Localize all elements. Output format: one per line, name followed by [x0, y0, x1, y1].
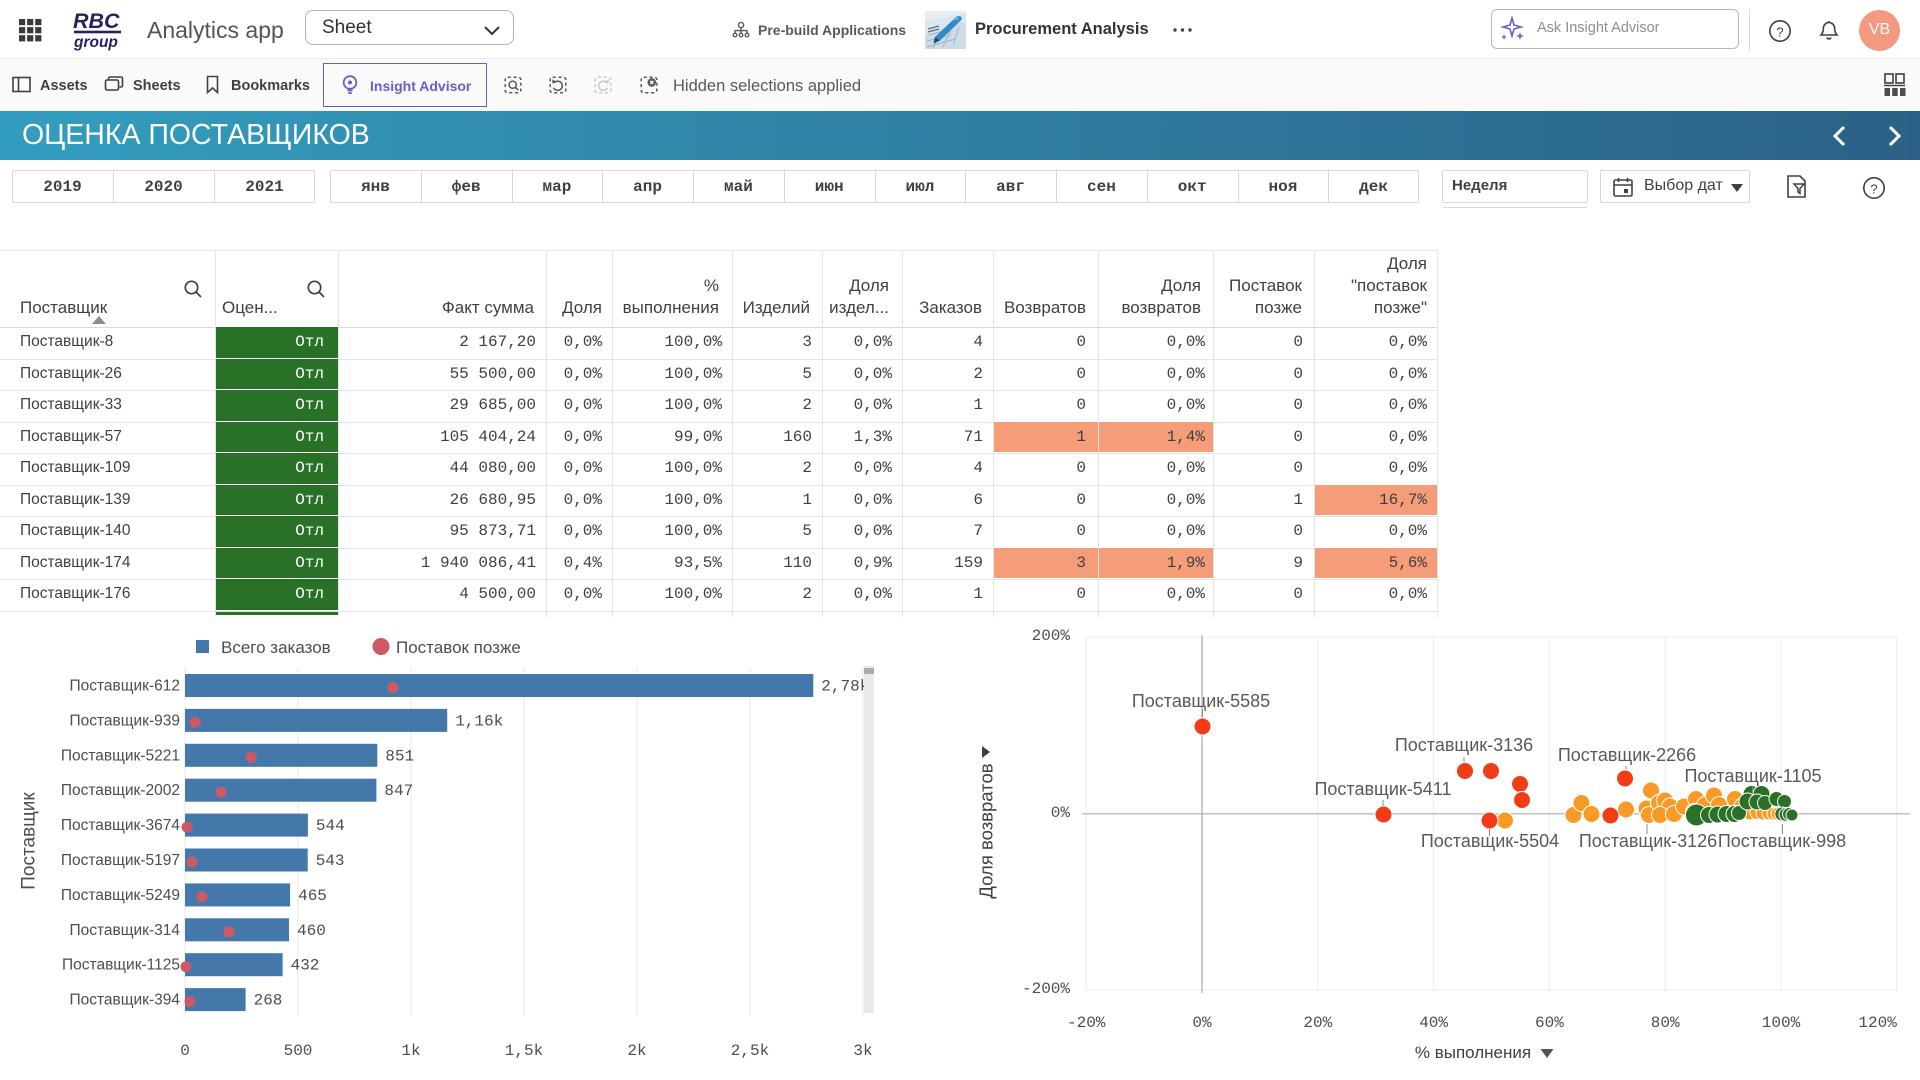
svg-text:Поставщик: Поставщик: [19, 792, 40, 890]
svg-text:-20%: -20%: [1067, 1014, 1106, 1032]
svg-text:Поставщик-5585: Поставщик-5585: [1132, 691, 1270, 711]
svg-text:% выполнения: % выполнения: [1415, 1043, 1531, 1062]
svg-text:460: 460: [297, 922, 326, 940]
svg-text:268: 268: [254, 992, 283, 1010]
svg-text:20%: 20%: [1303, 1014, 1332, 1032]
svg-text:Поставщик-1105: Поставщик-1105: [1684, 766, 1821, 786]
svg-text:Поставщик-3136: Поставщик-3136: [1395, 735, 1533, 755]
svg-text:0%: 0%: [1051, 804, 1071, 822]
svg-text:465: 465: [298, 887, 327, 905]
svg-text:Поставщик-5221: Поставщик-5221: [61, 747, 180, 764]
svg-text:Поставщик-5504: Поставщик-5504: [1421, 831, 1559, 851]
svg-text:2k: 2k: [627, 1042, 646, 1060]
svg-text:Поставок позже: Поставок позже: [396, 638, 521, 657]
svg-text:Поставщик-612: Поставщик-612: [69, 678, 180, 695]
svg-text:0: 0: [180, 1042, 190, 1060]
svg-text:80%: 80%: [1651, 1014, 1680, 1032]
svg-text:851: 851: [385, 747, 414, 765]
svg-text:1,5k: 1,5k: [505, 1042, 543, 1060]
svg-text:40%: 40%: [1419, 1014, 1448, 1032]
svg-text:432: 432: [291, 957, 320, 975]
svg-text:Доля возвратов: Доля возвратов: [976, 763, 997, 898]
svg-text:Поставщик-3674: Поставщик-3674: [61, 817, 181, 834]
svg-text:Поставщик-1125: Поставщик-1125: [62, 957, 180, 974]
svg-text:Поставщик-3126: Поставщик-3126: [1579, 831, 1717, 851]
svg-text:Поставщик-5197: Поставщик-5197: [61, 852, 180, 869]
svg-text:Поставщик-5249: Поставщик-5249: [61, 887, 180, 904]
svg-text:3k: 3k: [853, 1042, 872, 1060]
svg-text:2,78k: 2,78k: [821, 678, 869, 696]
svg-text:-200%: -200%: [1022, 980, 1070, 998]
svg-text:1,16k: 1,16k: [455, 712, 503, 730]
svg-text:60%: 60%: [1535, 1014, 1564, 1032]
svg-text:2,5k: 2,5k: [731, 1042, 769, 1060]
svg-text:200%: 200%: [1032, 627, 1071, 645]
svg-text:Поставщик-2266: Поставщик-2266: [1558, 745, 1696, 765]
svg-text:0%: 0%: [1192, 1014, 1212, 1032]
svg-text:120%: 120%: [1858, 1014, 1897, 1032]
svg-text:Поставщик-998: Поставщик-998: [1718, 831, 1846, 851]
svg-text:Поставщик-394: Поставщик-394: [69, 992, 180, 1009]
svg-text:Всего заказов: Всего заказов: [221, 638, 331, 657]
svg-text:1k: 1k: [401, 1042, 420, 1060]
svg-text:847: 847: [384, 782, 413, 800]
svg-text:Поставщик-314: Поставщик-314: [69, 922, 180, 939]
svg-text:Поставщик-5411: Поставщик-5411: [1314, 779, 1451, 799]
svg-text:Поставщик-939: Поставщик-939: [69, 712, 180, 729]
svg-text:Поставщик-2002: Поставщик-2002: [61, 782, 180, 799]
svg-text:500: 500: [284, 1042, 313, 1060]
svg-text:544: 544: [316, 817, 345, 835]
svg-text:100%: 100%: [1762, 1014, 1801, 1032]
svg-text:543: 543: [316, 852, 345, 870]
